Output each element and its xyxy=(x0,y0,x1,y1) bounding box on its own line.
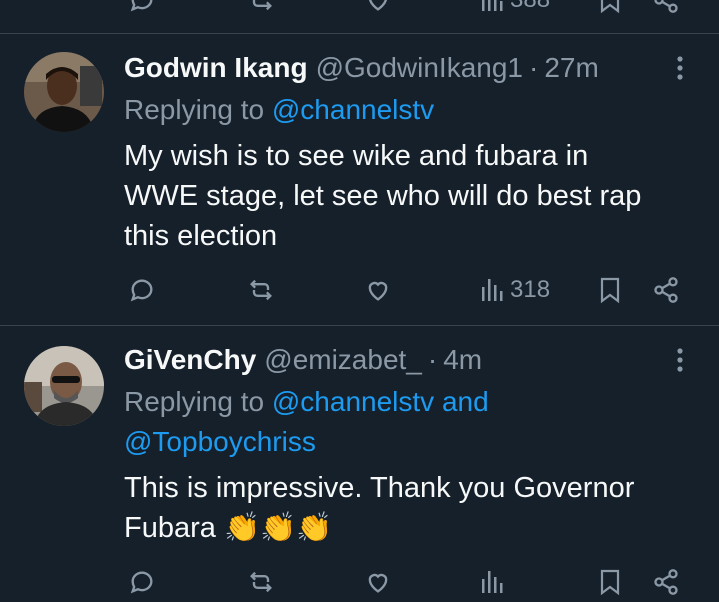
replying-to: Replying to @channelstv xyxy=(124,90,434,130)
tweet-header: Godwin Ikang @GodwinIkang1 · 27m xyxy=(124,48,599,88)
views-count: 318 xyxy=(510,276,551,303)
like-button[interactable] xyxy=(364,562,392,602)
bookmark-icon xyxy=(600,0,620,14)
user-handle[interactable]: @GodwinIkang1 xyxy=(316,52,523,84)
heart-icon xyxy=(368,281,388,301)
avatar[interactable] xyxy=(24,52,104,132)
separator-dot: · xyxy=(529,52,539,83)
retweet-icon xyxy=(250,279,272,301)
more-vertical-icon xyxy=(677,348,683,372)
heart-icon xyxy=(368,0,388,11)
reply-icon xyxy=(130,279,153,302)
display-name[interactable]: Godwin Ikang xyxy=(124,52,308,84)
tweet-text-line: this election xyxy=(124,220,278,252)
reply-button[interactable] xyxy=(128,270,156,310)
share-button[interactable] xyxy=(652,0,680,20)
tweet-text-line: WWE stage, let see who will do best rap xyxy=(124,180,642,212)
tweet[interactable]: Godwin Ikang @GodwinIkang1 · 27m Replyin… xyxy=(0,48,719,325)
bookmark-icon xyxy=(600,277,620,304)
mention-link[interactable]: @Topboychriss xyxy=(124,426,316,457)
tweet[interactable]: GiVenChy @emizabet_ · 4m Replying to @ch… xyxy=(0,340,719,572)
like-button[interactable] xyxy=(364,0,392,20)
more-options-button[interactable] xyxy=(668,340,692,380)
views-icon xyxy=(482,0,503,11)
retweet-button[interactable] xyxy=(246,562,276,602)
timestamp[interactable]: 27m xyxy=(544,52,598,84)
share-button[interactable] xyxy=(652,562,680,602)
tweet-text-line: This is impressive. Thank you Governor xyxy=(124,472,635,504)
share-icon xyxy=(654,0,678,13)
views-button[interactable]: 318 xyxy=(480,270,550,310)
views-button[interactable]: 388 xyxy=(480,0,550,20)
replying-to-continued: @Topboychriss xyxy=(124,422,316,462)
previous-tweet-action-bar: 388 xyxy=(0,0,719,20)
replying-joiner: and xyxy=(441,386,489,417)
tweet-text: This is impressive. Thank you Governor F… xyxy=(124,468,694,548)
display-name[interactable]: GiVenChy xyxy=(124,344,256,376)
reply-button[interactable] xyxy=(128,562,156,602)
tweet-text: My wish is to see wike and fubara in WWE… xyxy=(124,136,694,256)
divider xyxy=(0,325,719,326)
bookmark-button[interactable] xyxy=(598,0,622,20)
replying-prefix: Replying to xyxy=(124,386,265,417)
reply-icon xyxy=(130,571,153,594)
views-icon xyxy=(482,571,503,593)
mention-link[interactable]: @channelstv xyxy=(272,386,434,417)
bookmark-icon xyxy=(600,569,620,596)
retweet-button[interactable] xyxy=(246,0,276,20)
tweet-text-line: My wish is to see wike and fubara in xyxy=(124,140,589,172)
heart-icon xyxy=(368,573,388,593)
more-options-button[interactable] xyxy=(668,48,692,88)
tweet-action-bar xyxy=(0,562,719,602)
tweet-text-line: Fubara 👏👏👏 xyxy=(124,512,333,544)
share-icon xyxy=(654,569,678,595)
divider xyxy=(0,33,719,34)
avatar[interactable] xyxy=(24,346,104,426)
bookmark-button[interactable] xyxy=(598,270,622,310)
separator-dot: · xyxy=(427,344,438,375)
tweet-action-bar: 318 xyxy=(0,270,719,310)
share-icon xyxy=(654,277,678,303)
views-count: 388 xyxy=(510,0,550,14)
timestamp[interactable]: 4m xyxy=(443,344,482,376)
reply-button[interactable] xyxy=(128,0,156,20)
views-icon xyxy=(482,279,503,301)
more-vertical-icon xyxy=(677,56,683,80)
tweet-header: GiVenChy @emizabet_ · 4m xyxy=(124,340,482,380)
reply-icon xyxy=(130,0,153,12)
replying-to: Replying to @channelstv and xyxy=(124,382,489,422)
retweet-icon xyxy=(250,571,272,593)
share-button[interactable] xyxy=(652,270,680,310)
views-button[interactable] xyxy=(480,562,504,602)
replying-prefix: Replying to xyxy=(124,94,265,125)
retweet-button[interactable] xyxy=(246,270,276,310)
like-button[interactable] xyxy=(364,270,392,310)
user-handle[interactable]: @emizabet_ xyxy=(264,344,422,376)
bookmark-button[interactable] xyxy=(598,562,622,602)
mention-link[interactable]: @channelstv xyxy=(272,94,434,125)
retweet-icon xyxy=(252,0,272,11)
